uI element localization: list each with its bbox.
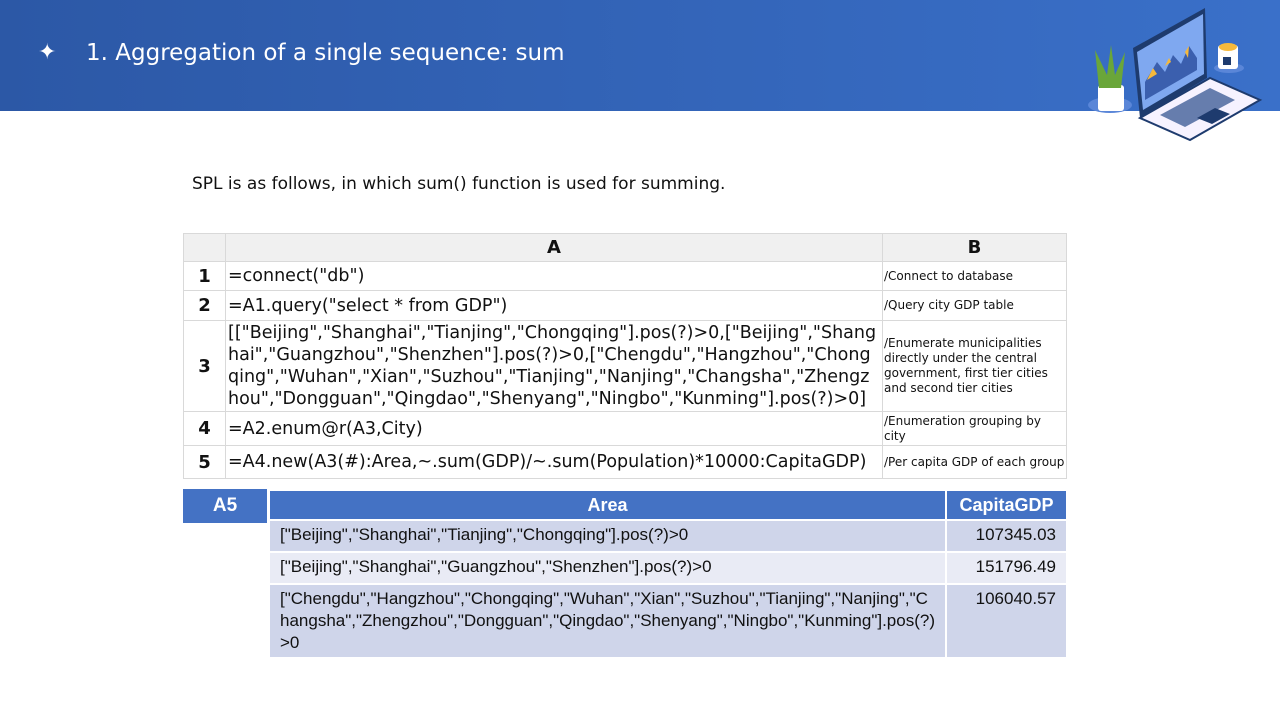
- area-cell: ["Beijing","Shanghai","Guangzhou","Shenz…: [268, 551, 947, 585]
- column-header-capitagdp: CapitaGDP: [945, 489, 1068, 521]
- row-number[interactable]: 5: [183, 445, 226, 479]
- column-header-b[interactable]: B: [882, 233, 1067, 262]
- result-table: Area CapitaGDP ["Beijing","Shanghai","Ti…: [268, 489, 1068, 659]
- code-cell[interactable]: =A1.query("select * from GDP"): [225, 290, 883, 321]
- result-cell-label: A5: [183, 489, 267, 523]
- area-cell: ["Chengdu","Hangzhou","Chongqing","Wuhan…: [268, 583, 947, 659]
- comment-cell[interactable]: /Enumerate municipalities directly under…: [882, 320, 1067, 412]
- code-cell[interactable]: =A4.new(A3(#):Area,~.sum(GDP)/~.sum(Popu…: [225, 445, 883, 479]
- row-number[interactable]: 2: [183, 290, 226, 321]
- corner-cell: [183, 233, 226, 262]
- code-cell[interactable]: =connect("db"): [225, 261, 883, 291]
- row-number[interactable]: 3: [183, 320, 226, 412]
- table-row: ["Chengdu","Hangzhou","Chongqing","Wuhan…: [268, 583, 1068, 659]
- column-header-area: Area: [268, 489, 947, 521]
- comment-cell[interactable]: /Connect to database: [882, 261, 1067, 291]
- table-row: ["Beijing","Shanghai","Guangzhou","Shenz…: [268, 551, 1068, 585]
- code-cell[interactable]: =A2.enum@r(A3,City): [225, 411, 883, 446]
- sparkle-icon: ✦: [38, 40, 57, 65]
- table-row: ["Beijing","Shanghai","Tianjing","Chongq…: [268, 519, 1068, 553]
- comment-cell[interactable]: /Query city GDP table: [882, 290, 1067, 321]
- capitagdp-cell: 107345.03: [945, 519, 1068, 553]
- capitagdp-cell: 151796.49: [945, 551, 1068, 585]
- comment-cell[interactable]: /Enumeration grouping by city: [882, 411, 1067, 446]
- row-number[interactable]: 4: [183, 411, 226, 446]
- area-cell: ["Beijing","Shanghai","Tianjing","Chongq…: [268, 519, 947, 553]
- code-cell[interactable]: [["Beijing","Shanghai","Tianjing","Chong…: [225, 320, 883, 412]
- row-number[interactable]: 1: [183, 261, 226, 291]
- comment-cell[interactable]: /Per capita GDP of each group: [882, 445, 1067, 479]
- laptop-illustration-icon: [1088, 8, 1263, 142]
- capitagdp-cell: 106040.57: [945, 583, 1068, 659]
- title-banner: ✦ 1. Aggregation of a single sequence: s…: [0, 0, 1280, 142]
- spl-code-grid: A B 1 =connect("db") /Connect to databas…: [183, 233, 1067, 479]
- column-header-a[interactable]: A: [225, 233, 883, 262]
- slide-title: 1. Aggregation of a single sequence: sum: [86, 40, 565, 66]
- intro-text: SPL is as follows, in which sum() functi…: [192, 174, 726, 194]
